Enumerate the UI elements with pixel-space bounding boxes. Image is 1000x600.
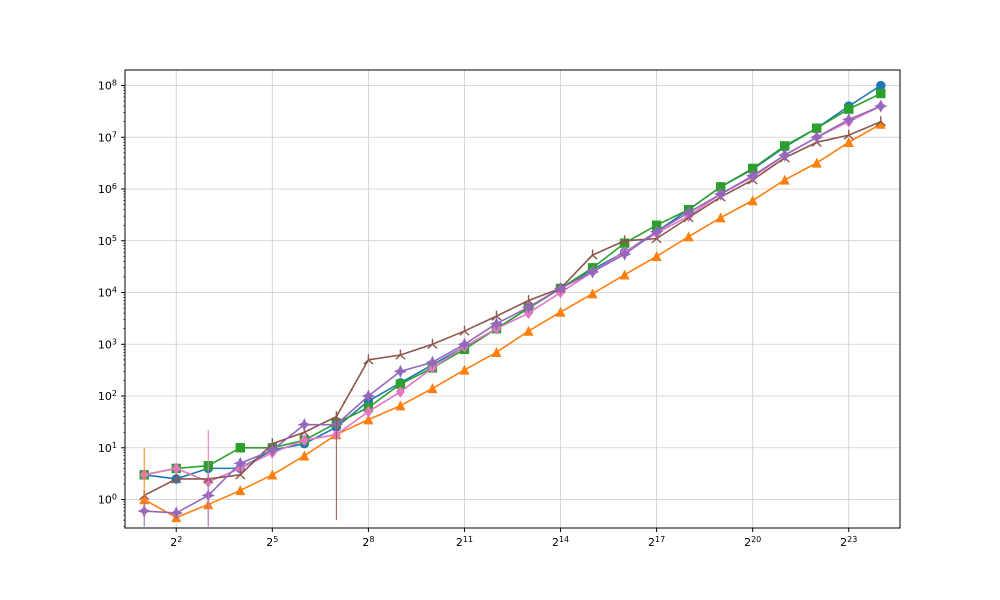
x-tick-label: 223 [840,535,857,550]
x-tick-label: 28 [362,535,374,550]
x-tick-label: 22 [170,535,182,550]
y-tick-label: 106 [98,182,117,197]
x-tick-label: 217 [648,535,665,550]
y-tick-label: 105 [98,233,117,248]
y-tick-label: 102 [98,389,117,404]
x-tick-label: 214 [552,535,569,550]
y-tick-label: 108 [98,78,117,93]
x-tick-label: 211 [456,535,473,550]
x-tick-label: 25 [266,535,278,550]
y-tick-label: 104 [98,285,117,300]
y-tick-label: 103 [98,337,117,352]
y-tick-label: 101 [98,440,117,455]
chart-container: 22 25 28 211 214 217 220 223 100 101 102 103 104 105 1… [0,0,1000,600]
x-tick-label: 220 [744,535,761,550]
chart-svg: 22 25 28 211 214 217 220 223 100 101 102 103 104 105 1… [0,0,1000,600]
y-tick-label: 107 [98,130,117,145]
y-tick-label: 100 [98,492,117,507]
